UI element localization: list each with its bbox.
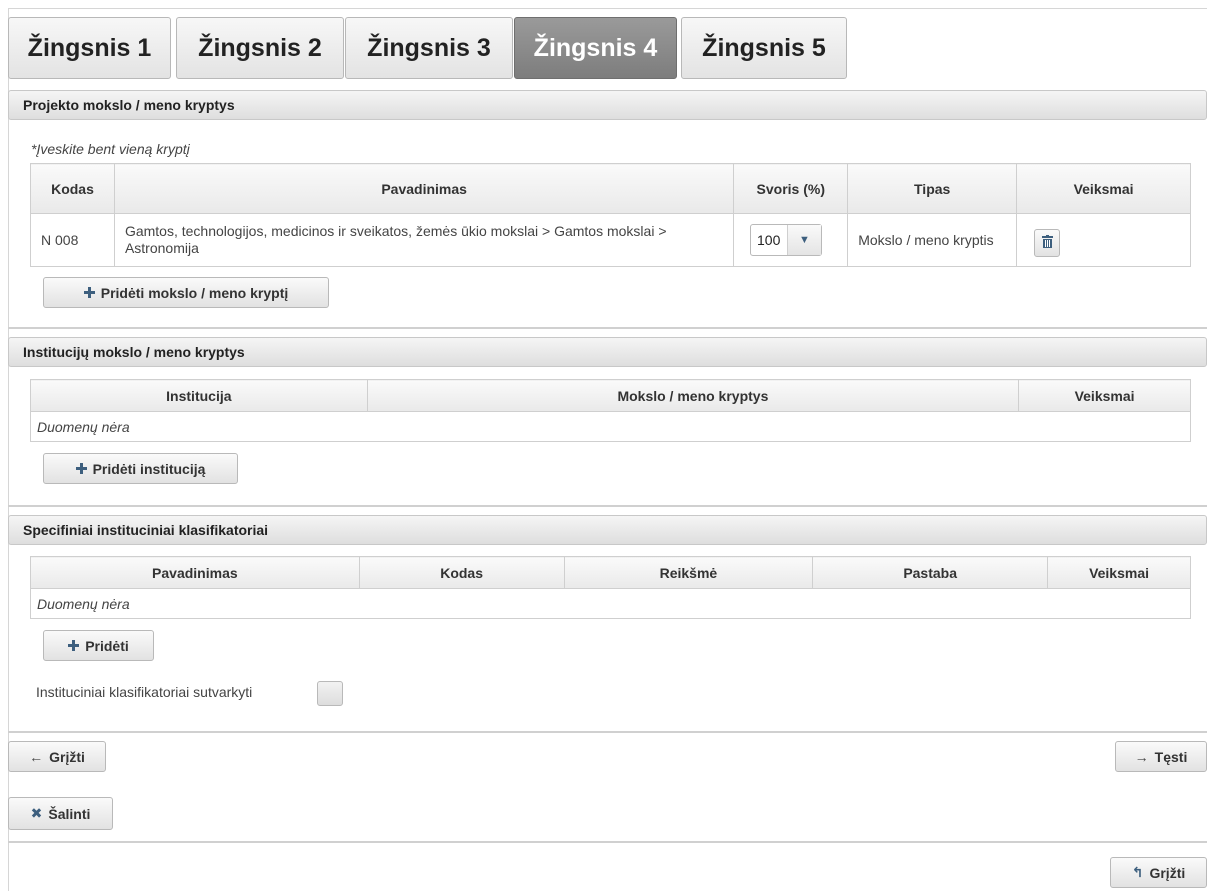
classifiers-table: Pavadinimas Kodas Reikšmė Pastaba Veiksm… <box>30 556 1191 619</box>
add-classifier-label: Pridėti <box>85 637 129 654</box>
tab-step-3[interactable]: Žingsnis 3 <box>345 17 513 79</box>
col-veiksmai: Veiksmai <box>1016 163 1191 214</box>
divider <box>8 505 1207 507</box>
col-tipas: Tipas <box>847 163 1018 214</box>
col-svoris: Svoris (%) <box>733 163 849 214</box>
col-reiksme: Reikšmė <box>563 556 814 589</box>
add-classifier-button[interactable]: Pridėti <box>43 630 154 661</box>
required-note: *Įveskite bent vieną kryptį <box>31 141 190 157</box>
col-kodas: Kodas <box>358 556 565 589</box>
classifiers-done-label: Instituciniai klasifikatoriai sutvarkyti <box>36 684 253 700</box>
continue-button[interactable]: → Tęsti <box>1115 741 1207 772</box>
tab-step-2[interactable]: Žingsnis 2 <box>176 17 344 79</box>
divider <box>8 841 1207 843</box>
project-directions-table: Kodas Pavadinimas Svoris (%) Tipas Veiks… <box>30 163 1191 267</box>
tab-step-1[interactable]: Žingsnis 1 <box>8 17 171 79</box>
cell-kodas: N 008 <box>30 213 115 267</box>
arrow-left-icon: ← <box>29 748 44 765</box>
col-pavadinimas: Pavadinimas <box>113 163 735 214</box>
table-row: N 008 Gamtos, technologijos, medicinos i… <box>30 213 1191 267</box>
tab-step-4[interactable]: Žingsnis 4 <box>514 17 677 79</box>
divider <box>8 731 1207 733</box>
arrow-right-icon: → <box>1134 748 1149 765</box>
add-institution-label: Pridėti instituciją <box>92 460 206 477</box>
cell-pavadinimas: Gamtos, technologijos, medicinos ir svei… <box>113 213 735 267</box>
top-border <box>8 8 1207 9</box>
empty-message: Duomenų nėra <box>30 588 1191 619</box>
trash-icon <box>1041 235 1053 251</box>
add-direction-label: Pridėti mokslo / meno kryptį <box>100 284 289 301</box>
plus-icon <box>83 287 95 298</box>
weight-select[interactable]: 100 ▼ <box>750 224 822 256</box>
delete-button[interactable]: ✖ Šalinti <box>8 797 113 830</box>
cell-tipas: Mokslo / meno kryptis <box>847 213 1018 267</box>
col-veiksmai: Veiksmai <box>1047 556 1191 589</box>
return-icon: ↰ <box>1131 864 1144 880</box>
empty-message: Duomenų nėra <box>30 411 1191 442</box>
add-institution-button[interactable]: Pridėti instituciją <box>43 453 238 484</box>
col-kryptys: Mokslo / meno kryptys <box>366 379 1020 412</box>
close-icon: ✖ <box>30 805 43 821</box>
delete-label: Šalinti <box>48 805 91 822</box>
back-label: Grįžti <box>49 748 85 765</box>
tab-step-5[interactable]: Žingsnis 5 <box>681 17 847 79</box>
back-bottom-button[interactable]: ↰ Grįžti <box>1110 857 1207 888</box>
plus-icon <box>68 640 80 651</box>
col-pastaba: Pastaba <box>812 556 1049 589</box>
col-kodas: Kodas <box>30 163 115 214</box>
continue-label: Tęsti <box>1154 748 1188 765</box>
institution-directions-table: Institucija Mokslo / meno kryptys Veiksm… <box>30 379 1191 442</box>
col-institucija: Institucija <box>30 379 368 412</box>
plus-icon <box>75 463 87 474</box>
back-bottom-label: Grįžti <box>1149 864 1186 881</box>
chevron-down-icon: ▼ <box>787 225 821 255</box>
divider <box>8 327 1207 329</box>
delete-row-button[interactable] <box>1034 229 1060 257</box>
col-veiksmai: Veiksmai <box>1018 379 1191 412</box>
section-project-directions-header: Projekto mokslo / meno kryptys <box>8 90 1207 120</box>
classifiers-done-checkbox[interactable] <box>317 681 343 706</box>
col-pavadinimas: Pavadinimas <box>30 556 360 589</box>
section-institution-directions-header: Institucijų mokslo / meno kryptys <box>8 337 1207 367</box>
weight-value: 100 <box>757 232 781 248</box>
back-button[interactable]: ← Grįžti <box>8 741 106 772</box>
add-direction-button[interactable]: Pridėti mokslo / meno kryptį <box>43 277 329 308</box>
section-specific-classifiers-header: Specifiniai instituciniai klasifikatoria… <box>8 515 1207 545</box>
